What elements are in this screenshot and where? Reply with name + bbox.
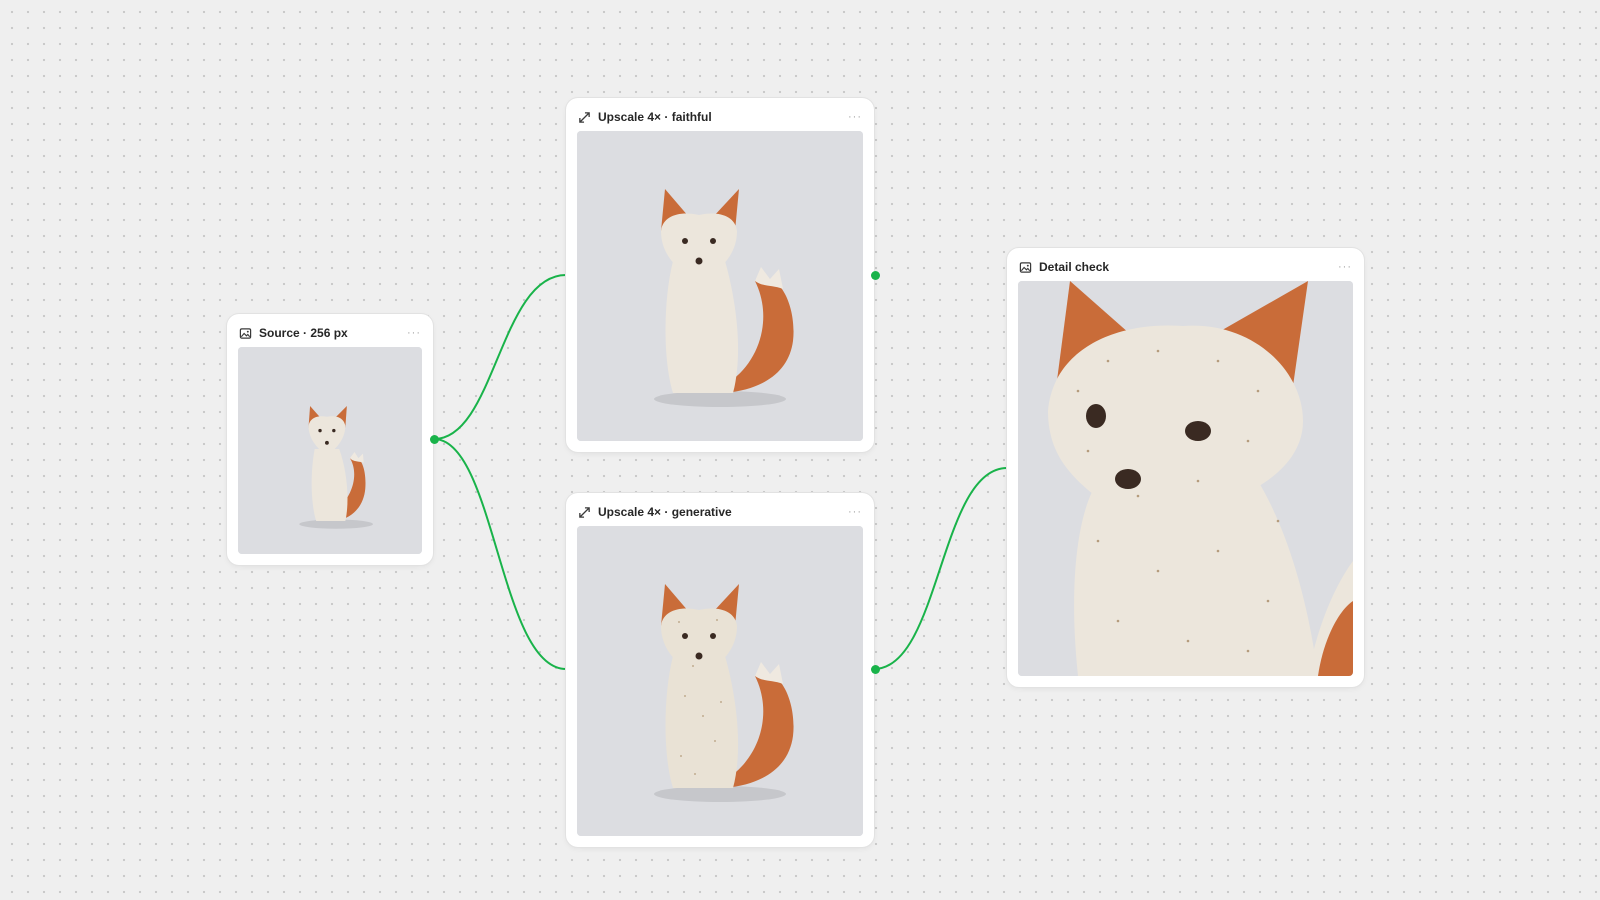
- node-detail-check[interactable]: Detail check ···: [1007, 248, 1364, 687]
- output-port-faithful[interactable]: [870, 270, 880, 280]
- node-upscale-generative[interactable]: Upscale 4× · generative ···: [566, 493, 874, 847]
- fox-figurine-image: [577, 526, 863, 836]
- image-icon: [239, 327, 252, 340]
- output-port-generative[interactable]: [870, 664, 880, 674]
- node-menu-button[interactable]: ···: [1336, 260, 1354, 274]
- node-canvas[interactable]: Source · 256 px ··· Upscale 4× · faithfu…: [0, 0, 1600, 900]
- node-menu-button[interactable]: ···: [846, 110, 864, 124]
- node-menu-button[interactable]: ···: [405, 326, 423, 340]
- node-header[interactable]: Upscale 4× · generative ···: [578, 503, 864, 521]
- node-source[interactable]: Source · 256 px ···: [227, 314, 433, 565]
- edge-source-to-generative: [433, 438, 567, 670]
- node-header[interactable]: Upscale 4× · faithful ···: [578, 108, 864, 126]
- output-port-source[interactable]: [429, 434, 439, 444]
- node-title: Upscale 4× · faithful: [598, 110, 712, 124]
- fox-figurine-image: [577, 131, 863, 441]
- edge-source-to-faithful: [433, 274, 567, 440]
- fox-figurine-image: [238, 347, 422, 554]
- upscale-icon: [578, 111, 591, 124]
- node-image: [238, 347, 422, 554]
- node-title: Detail check: [1039, 260, 1110, 274]
- upscale-icon: [578, 506, 591, 519]
- image-icon: [1019, 261, 1032, 274]
- node-header[interactable]: Source · 256 px ···: [239, 324, 423, 342]
- node-header[interactable]: Detail check ···: [1019, 258, 1354, 276]
- node-image: [577, 131, 863, 441]
- fox-closeup-image: [1018, 281, 1353, 676]
- node-upscale-faithful[interactable]: Upscale 4× · faithful ···: [566, 98, 874, 452]
- edge-generative-to-detail: [873, 467, 1008, 670]
- node-title: Upscale 4× · generative: [598, 505, 732, 519]
- node-title: Source · 256 px: [259, 326, 348, 340]
- node-image: [577, 526, 863, 836]
- node-menu-button[interactable]: ···: [846, 505, 864, 519]
- node-image: [1018, 281, 1353, 676]
